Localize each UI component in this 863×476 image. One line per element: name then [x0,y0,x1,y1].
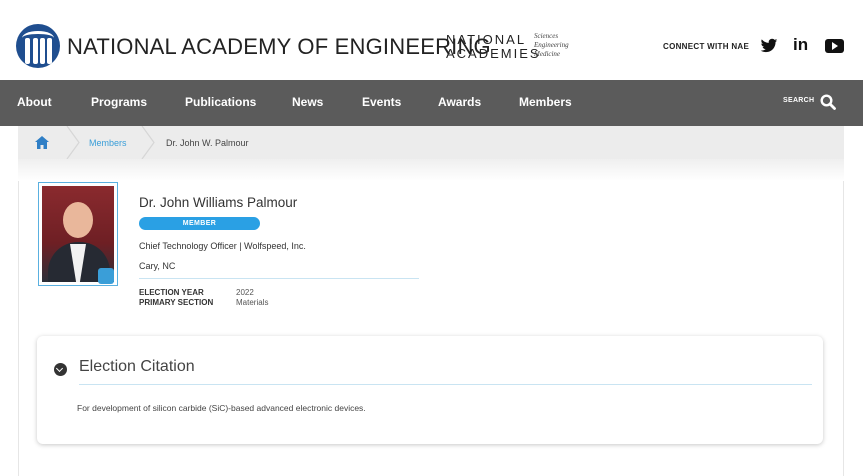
na-sub-medicine: Medicine [534,50,561,58]
nav-item-about[interactable]: About [17,95,52,109]
nav-item-members[interactable]: Members [519,95,572,109]
election-year-label: ELECTION YEAR [139,288,204,297]
nav-item-publications[interactable]: Publications [185,95,256,109]
nae-seal-logo[interactable] [16,24,60,68]
twitter-icon[interactable] [760,36,778,56]
section-shadow [18,159,844,181]
profile-divider [139,278,419,279]
nav-item-programs[interactable]: Programs [91,95,147,109]
member-name: Dr. John Williams Palmour [139,195,298,210]
photo-badge-icon[interactable] [98,268,114,284]
main-nav: About Programs Publications News Events … [0,80,863,126]
breadcrumb: Members Dr. John W. Palmour [18,126,844,159]
na-sub-sciences: Sciences [534,32,559,40]
connect-label: CONNECT WITH NAE [663,42,750,51]
na-logo-line2: ACADEMIES [446,46,541,61]
breadcrumb-separator-icon [66,126,80,159]
org-title[interactable]: NATIONAL ACADEMY OF ENGINEERING [67,34,491,60]
election-citation-panel: Election Citation For development of sil… [37,336,823,444]
national-academies-logo[interactable]: NATIONAL ACADEMIES Sciences Engineering … [446,32,576,64]
linkedin-icon[interactable]: in [793,35,808,55]
breadcrumb-current-page: Dr. John W. Palmour [166,138,249,148]
member-status-badge: MEMBER [139,217,260,230]
citation-heading[interactable]: Election Citation [79,358,195,376]
citation-divider [79,384,812,385]
breadcrumb-members-link[interactable]: Members [89,138,127,148]
home-icon[interactable] [35,136,49,149]
member-location: Cary, NC [139,261,176,271]
nav-item-news[interactable]: News [292,95,323,109]
nav-item-events[interactable]: Events [362,95,401,109]
citation-text: For development of silicon carbide (SiC)… [77,403,366,413]
election-year-value: 2022 [236,288,254,297]
na-logo-line1: NATIONAL [446,32,527,47]
site-header: NATIONAL ACADEMY OF ENGINEERING NATIONAL… [0,0,863,80]
member-job-title: Chief Technology Officer | Wolfspeed, In… [139,241,306,251]
breadcrumb-separator-icon [141,126,155,159]
search-icon[interactable] [820,94,836,110]
youtube-icon[interactable] [825,39,844,53]
search-label[interactable]: SEARCH [783,97,814,104]
nav-item-awards[interactable]: Awards [438,95,481,109]
collapse-toggle-icon[interactable] [54,363,67,376]
primary-section-value: Materials [236,298,269,307]
na-sub-engineering: Engineering [534,41,569,49]
primary-section-label: PRIMARY SECTION [139,298,214,307]
